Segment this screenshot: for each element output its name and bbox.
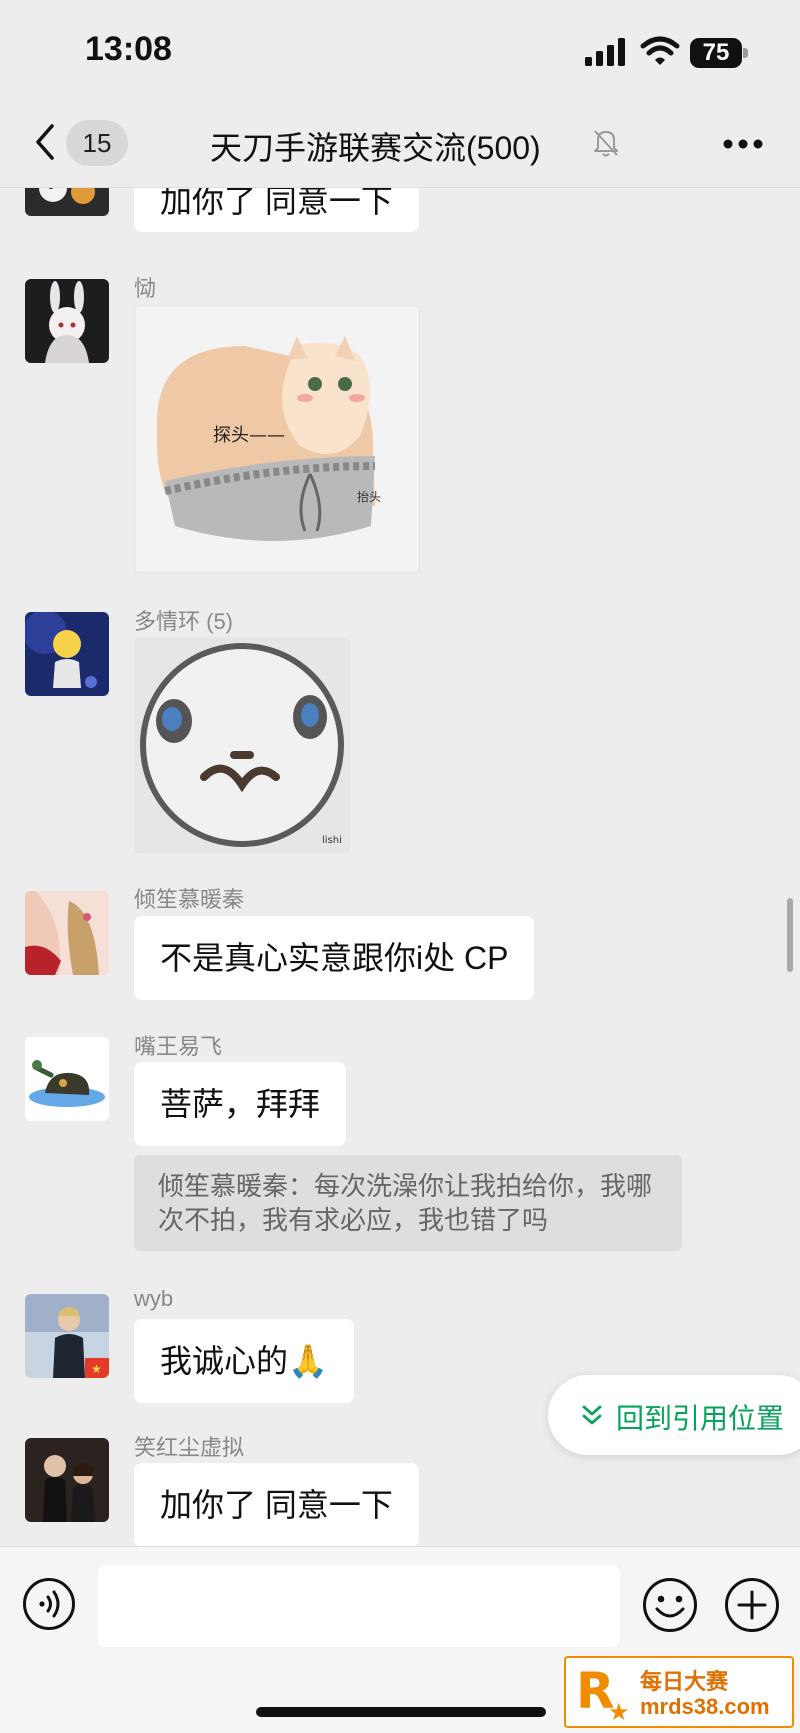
svg-text:★: ★: [608, 1698, 630, 1724]
battery-indicator: 75: [690, 38, 748, 68]
plus-icon[interactable]: [724, 1577, 780, 1633]
avatar[interactable]: [25, 891, 109, 975]
sticker-image[interactable]: lishi: [134, 637, 350, 853]
sticker-caption: lishi: [322, 835, 342, 846]
sender-name: 多情环 (5): [134, 609, 234, 634]
unread-count-badge[interactable]: 15: [66, 120, 128, 166]
status-time: 13:08: [85, 30, 172, 68]
quoted-message[interactable]: 倾笙慕暖秦：每次洗澡你让我拍给你，我哪次不拍，我有求必应，我也错了吗: [134, 1155, 682, 1251]
more-icon[interactable]: [722, 138, 764, 150]
message-input[interactable]: [98, 1565, 620, 1647]
jump-to-quote-label: 回到引用位置: [616, 1403, 785, 1434]
scroll-indicator[interactable]: [787, 898, 793, 972]
message-bubble[interactable]: 菩萨，拜拜: [134, 1062, 347, 1146]
message-bubble[interactable]: 我诚心的🙏: [134, 1319, 354, 1403]
jump-to-quote-button[interactable]: 回到引用位置: [548, 1375, 800, 1455]
sender-name: 嘴王易飞: [134, 1034, 223, 1059]
sticker-caption: 探头——: [213, 425, 285, 446]
message-bubble[interactable]: 加你了 同意一下: [134, 188, 419, 232]
message-bubble[interactable]: 加你了 同意一下: [134, 1463, 419, 1546]
avatar[interactable]: [25, 188, 109, 216]
signal-icon: [585, 38, 625, 66]
message-list[interactable]: 加你了 同意一下 恸 探头—— 抬头 多情环 (5) lishi 倾笙慕暖秦 不…: [0, 188, 800, 1546]
avatar[interactable]: [25, 1438, 109, 1522]
status-bar: 13:08 75: [0, 0, 800, 100]
mute-icon: [594, 130, 618, 157]
avatar[interactable]: ★: [25, 1294, 109, 1378]
sticker-caption: 抬头: [357, 490, 381, 504]
svg-text:★: ★: [91, 1362, 102, 1376]
sender-name: 恸: [134, 276, 157, 301]
emoji-icon[interactable]: [642, 1577, 698, 1633]
wifi-icon: [640, 36, 680, 65]
group-title: 天刀手游联赛交流(500): [210, 130, 541, 166]
chat-header: 15 天刀手游联赛交流(500): [0, 100, 800, 188]
watermark-text: 每日大赛: [640, 1669, 729, 1694]
sender-name: 倾笙慕暖秦: [134, 887, 245, 912]
avatar[interactable]: [25, 1037, 109, 1121]
home-indicator: [256, 1707, 546, 1717]
chevrons-down-icon: [582, 1405, 602, 1425]
voice-icon[interactable]: [22, 1577, 76, 1631]
sticker-image[interactable]: 探头—— 抬头: [134, 305, 420, 573]
watermark-url: mrds38.com: [640, 1694, 770, 1719]
message-bubble[interactable]: 不是真心实意跟你i处 CP: [134, 916, 535, 1000]
battery-level: 75: [702, 39, 730, 66]
watermark-logo-icon: R ★: [576, 1662, 630, 1724]
sender-name: wyb: [134, 1286, 174, 1311]
watermark: R ★ 每日大赛 mrds38.com: [564, 1656, 794, 1728]
avatar[interactable]: [25, 279, 109, 363]
sender-name: 笑红尘虚拟: [134, 1435, 245, 1460]
back-icon[interactable]: [30, 120, 60, 164]
avatar[interactable]: [25, 612, 109, 696]
